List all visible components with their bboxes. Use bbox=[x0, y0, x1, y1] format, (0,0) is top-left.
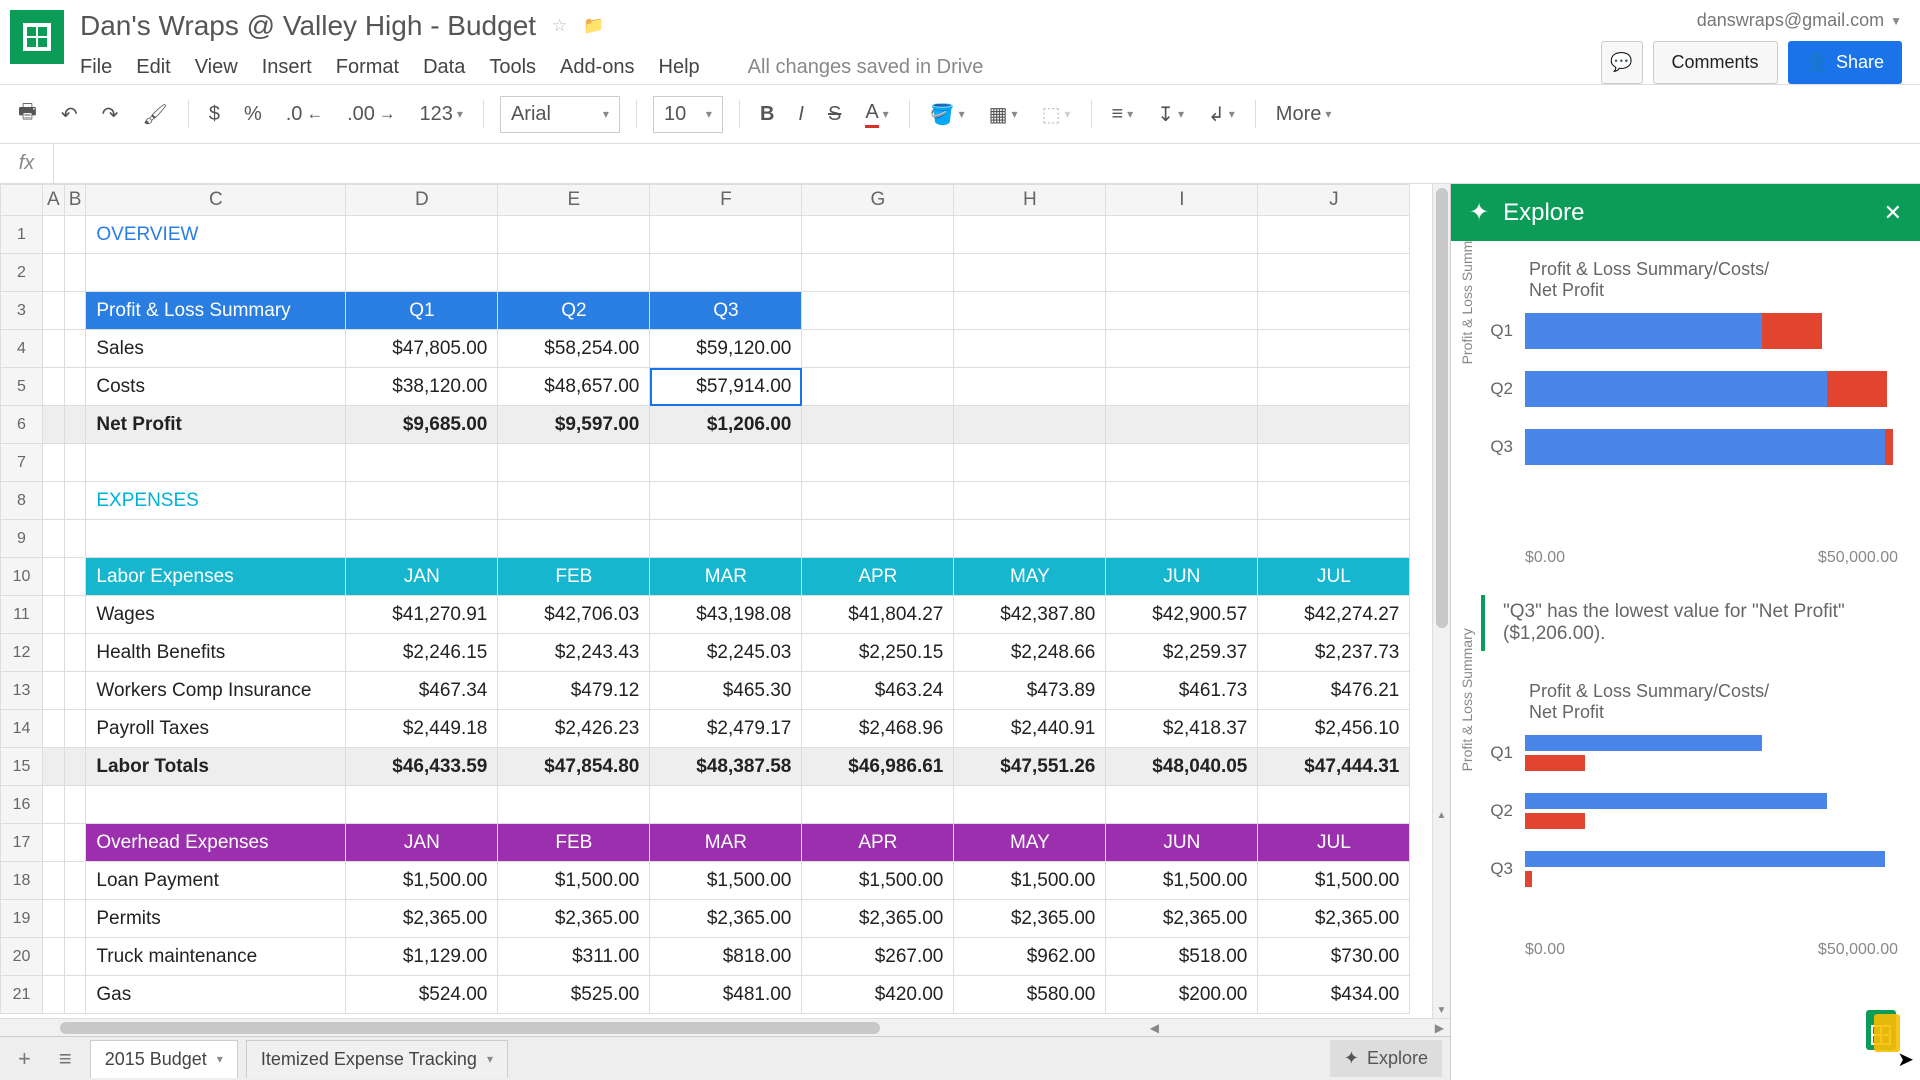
star-icon[interactable]: ☆ bbox=[552, 16, 567, 36]
formula-bar[interactable] bbox=[54, 156, 1920, 172]
undo-icon[interactable]: ↶ bbox=[57, 100, 82, 129]
merge-button[interactable]: ⬚▾ bbox=[1038, 100, 1075, 129]
row-header[interactable]: 11 bbox=[1, 596, 43, 634]
row-header[interactable]: 12 bbox=[1, 634, 43, 672]
explore-button[interactable]: ✦ Explore bbox=[1330, 1040, 1442, 1077]
valign-button[interactable]: ↧▾ bbox=[1153, 100, 1188, 129]
col-header[interactable]: D bbox=[346, 185, 498, 216]
vertical-scrollbar[interactable]: ▲ ▼ bbox=[1432, 184, 1450, 1018]
menu-file[interactable]: File bbox=[80, 56, 112, 79]
col-header[interactable]: F bbox=[650, 185, 802, 216]
col-header[interactable]: J bbox=[1258, 185, 1410, 216]
menubar: File Edit View Insert Format Data Tools … bbox=[80, 42, 1601, 79]
spreadsheet-grid[interactable]: A B C D E F G H I J 1OVERVIEW23Profit & bbox=[0, 184, 1410, 1014]
col-header[interactable]: I bbox=[1106, 185, 1258, 216]
col-header[interactable]: B bbox=[64, 185, 86, 216]
strike-button[interactable]: S bbox=[824, 101, 845, 128]
format-currency[interactable]: $ bbox=[205, 101, 224, 128]
share-button[interactable]: 👤 Share bbox=[1788, 41, 1902, 84]
row-header[interactable]: 13 bbox=[1, 672, 43, 710]
row-header[interactable]: 15 bbox=[1, 748, 43, 786]
row-header[interactable]: 16 bbox=[1, 786, 43, 824]
borders-button[interactable]: ▦▾ bbox=[985, 100, 1022, 129]
format-percent[interactable]: % bbox=[240, 101, 266, 128]
chevron-down-icon: ▼ bbox=[1890, 14, 1902, 28]
close-icon[interactable]: ✕ bbox=[1884, 200, 1902, 226]
sheets-logo[interactable] bbox=[10, 10, 64, 64]
fx-label: fx bbox=[0, 144, 54, 183]
row-header[interactable]: 20 bbox=[1, 938, 43, 976]
increase-decimal[interactable]: .00→ bbox=[343, 101, 399, 128]
row-header[interactable]: 1 bbox=[1, 216, 43, 254]
select-all-corner[interactable] bbox=[1, 185, 43, 216]
explore-chart-1[interactable]: Profit & Loss Summary/Costs/ Net Profit … bbox=[1473, 259, 1898, 567]
toolbar: 🖶 ↶ ↷ 🖌 $ % .0← .00→ 123▾ Arial▾ 10▾ B I… bbox=[0, 84, 1920, 144]
save-status: All changes saved in Drive bbox=[748, 56, 984, 79]
explore-chart-2[interactable]: Profit & Loss Summary/Costs/ Net Profit … bbox=[1473, 681, 1898, 959]
explore-panel: ✦ Explore ✕ Profit & Loss Summary/Costs/… bbox=[1450, 184, 1920, 1080]
menu-data[interactable]: Data bbox=[423, 56, 465, 79]
halign-button[interactable]: ≡▾ bbox=[1108, 101, 1138, 128]
font-select[interactable]: Arial▾ bbox=[500, 96, 620, 133]
redo-icon[interactable]: ↷ bbox=[98, 100, 123, 129]
bold-button[interactable]: B bbox=[756, 101, 778, 128]
user-email-label: danswraps@gmail.com bbox=[1697, 10, 1884, 31]
row-header[interactable]: 19 bbox=[1, 900, 43, 938]
text-color-button[interactable]: A ▾ bbox=[861, 99, 892, 130]
row-header[interactable]: 21 bbox=[1, 976, 43, 1014]
add-sheet-button[interactable]: + bbox=[8, 1040, 41, 1078]
more-toolbar[interactable]: More ▾ bbox=[1272, 101, 1336, 128]
italic-button[interactable]: I bbox=[794, 101, 808, 128]
row-header[interactable]: 3 bbox=[1, 292, 43, 330]
row-header[interactable]: 5 bbox=[1, 368, 43, 406]
wrap-button[interactable]: ↲▾ bbox=[1204, 100, 1239, 129]
menu-edit[interactable]: Edit bbox=[136, 56, 170, 79]
person-icon: 👤 bbox=[1806, 52, 1828, 73]
row-header[interactable]: 10 bbox=[1, 558, 43, 596]
col-header[interactable]: A bbox=[43, 185, 65, 216]
menu-format[interactable]: Format bbox=[336, 56, 399, 79]
more-formats[interactable]: 123▾ bbox=[416, 101, 467, 128]
menu-view[interactable]: View bbox=[195, 56, 238, 79]
row-header[interactable]: 2 bbox=[1, 254, 43, 292]
font-size-select[interactable]: 10▾ bbox=[653, 96, 723, 133]
row-header[interactable]: 4 bbox=[1, 330, 43, 368]
decrease-decimal[interactable]: .0← bbox=[282, 101, 327, 128]
menu-help[interactable]: Help bbox=[659, 56, 700, 79]
row-header[interactable]: 8 bbox=[1, 482, 43, 520]
menu-addons[interactable]: Add-ons bbox=[560, 56, 635, 79]
col-header[interactable]: H bbox=[954, 185, 1106, 216]
sheet-tab-2[interactable]: Itemized Expense Tracking▾ bbox=[246, 1040, 508, 1078]
row-header[interactable]: 14 bbox=[1, 710, 43, 748]
row-header[interactable]: 7 bbox=[1, 444, 43, 482]
col-header[interactable]: G bbox=[802, 185, 954, 216]
folder-icon[interactable]: 📁 bbox=[583, 16, 604, 36]
explore-icon: ✦ bbox=[1344, 1048, 1359, 1069]
comments-button[interactable]: Comments bbox=[1653, 41, 1778, 84]
doc-title[interactable]: Dan's Wraps @ Valley High - Budget bbox=[80, 10, 536, 42]
horizontal-scrollbar[interactable]: ◀▶ bbox=[0, 1018, 1450, 1036]
print-icon[interactable]: 🖶 bbox=[14, 95, 41, 133]
row-header[interactable]: 17 bbox=[1, 824, 43, 862]
sheet-tab-1[interactable]: 2015 Budget▾ bbox=[90, 1040, 238, 1078]
mouse-cursor-icon: ➤ bbox=[1897, 1047, 1914, 1072]
menu-insert[interactable]: Insert bbox=[262, 56, 312, 79]
col-header[interactable]: C bbox=[86, 185, 346, 216]
row-header[interactable]: 6 bbox=[1, 406, 43, 444]
row-header[interactable]: 9 bbox=[1, 520, 43, 558]
chat-icon[interactable]: 💬 bbox=[1601, 41, 1643, 84]
row-header[interactable]: 18 bbox=[1, 862, 43, 900]
col-header[interactable]: E bbox=[498, 185, 650, 216]
explore-icon: ✦ bbox=[1469, 198, 1489, 227]
paint-format-icon[interactable]: 🖌 bbox=[138, 100, 171, 129]
explore-insight: "Q3" has the lowest value for "Net Profi… bbox=[1481, 595, 1898, 651]
menu-tools[interactable]: Tools bbox=[489, 56, 536, 79]
all-sheets-button[interactable]: ≡ bbox=[49, 1040, 82, 1078]
fill-color-button[interactable]: 🪣▾ bbox=[926, 100, 969, 129]
explore-title: Explore bbox=[1503, 199, 1584, 227]
user-account[interactable]: danswraps@gmail.com ▼ bbox=[1697, 10, 1902, 31]
